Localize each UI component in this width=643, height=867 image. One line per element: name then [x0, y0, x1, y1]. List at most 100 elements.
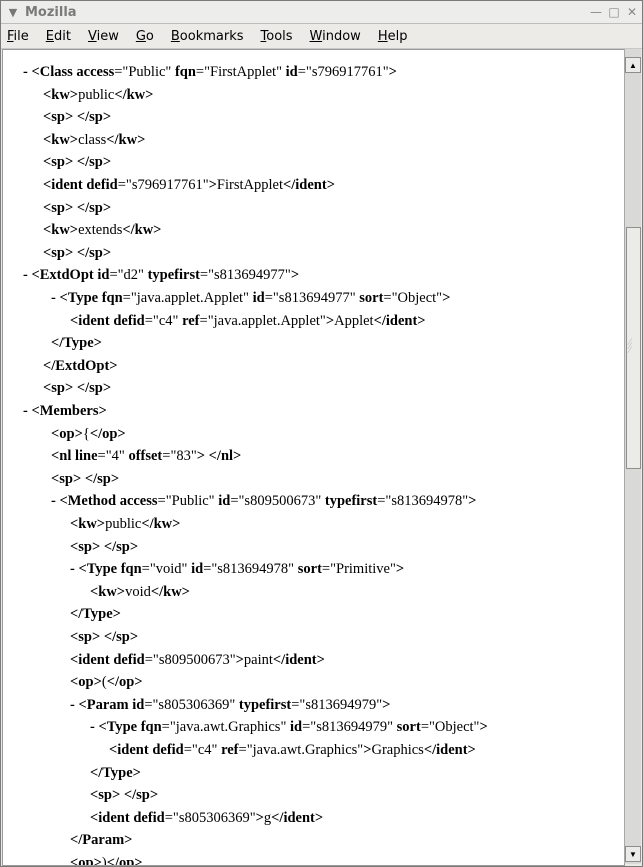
scroll-up-arrow-icon[interactable]: ▲	[625, 57, 641, 73]
xml-text: paint	[243, 651, 273, 668]
xml-markup: <kw>	[43, 222, 79, 239]
menu-file[interactable]: File	[7, 29, 38, 44]
xml-markup: <sp>	[90, 787, 121, 804]
xml-markup: </sp>	[84, 470, 120, 487]
scrollbar-thumb[interactable]: ⁄ ⁄ ⁄	[626, 227, 641, 469]
menu-accelerator: G	[135, 28, 146, 44]
xml-node-line[interactable]: - <Type fqn="void" id="s813694978" sort=…	[70, 561, 404, 578]
xml-node-line: <ident defid="s805306369">g</ident>	[90, 810, 323, 827]
xml-markup: </sp>	[76, 244, 112, 261]
xml-markup: >	[442, 290, 451, 306]
xml-text: ="Object"	[420, 719, 480, 736]
xml-markup: <kw>	[70, 516, 106, 532]
xml-node-line[interactable]: - <ExtdOpt id="d2" typefirst="s813694977…	[23, 267, 299, 284]
xml-text: ="Public"	[157, 493, 219, 510]
xml-markup: </sp>	[103, 538, 139, 555]
xml-node-line[interactable]: - <Param id="s805306369" typefirst="s813…	[70, 697, 390, 714]
xml-text: public	[78, 86, 115, 103]
xml-markup: typefirst	[324, 493, 378, 510]
menu-tools[interactable]: Tools	[261, 29, 302, 44]
maximize-icon[interactable]: □	[606, 5, 622, 19]
menu-go[interactable]: Go	[136, 29, 163, 44]
menu-view[interactable]: View	[88, 29, 128, 44]
xml-text: ="Public"	[114, 64, 175, 80]
xml-markup: </sp>	[76, 380, 112, 397]
xml-node-line[interactable]: - <Method access="Public" id="s809500673…	[51, 493, 476, 510]
xml-markup: defid	[113, 651, 145, 668]
xml-markup: fqn	[140, 719, 162, 736]
menu-bar: File Edit View Go Bookmarks Tools Window Help	[1, 24, 642, 49]
minimize-icon[interactable]: —	[588, 5, 604, 19]
menu-label-rest: indow	[322, 28, 361, 44]
xml-markup: </ident>	[423, 742, 476, 758]
xml-node-line[interactable]: - <Type fqn="java.applet.Applet" id="s81…	[51, 290, 450, 307]
xml-markup: access	[76, 64, 115, 80]
xml-node-line[interactable]: - <Members>	[23, 403, 107, 420]
xml-markup: <Type	[59, 290, 102, 306]
xml-text: public	[105, 516, 142, 532]
xml-markup: id	[290, 719, 303, 736]
xml-node-line: <sp> </sp>	[51, 471, 119, 488]
xml-text: ="java.applet.Applet"	[122, 290, 253, 306]
xml-text: ="s805306369"	[164, 809, 256, 826]
xml-text: ="Object"	[383, 290, 443, 306]
xml-node-line: <sp> </sp>	[70, 539, 138, 556]
xml-markup: </Param>	[70, 832, 133, 849]
xml-text: ="c4"	[183, 742, 222, 758]
window-menu-icon[interactable]: ▼	[5, 4, 21, 20]
xml-text: ="Primitive"	[321, 561, 396, 578]
xml-markup: </ident>	[272, 651, 325, 668]
xml-markup: id	[97, 267, 110, 284]
xml-text: class	[78, 131, 107, 148]
xml-markup: defid	[152, 742, 184, 758]
xml-markup: sort	[297, 561, 322, 578]
xml-markup: <Type	[98, 719, 141, 736]
xml-markup: <sp>	[51, 470, 82, 487]
menu-label-rest: dit	[54, 28, 71, 44]
xml-text: ="s796917761"	[117, 177, 209, 193]
menu-help[interactable]: Help	[378, 29, 417, 44]
xml-text: ="s813694978"	[203, 561, 298, 578]
xml-node-line: <ident defid="s796917761">FirstApplet</i…	[43, 177, 335, 194]
xml-markup: id	[132, 696, 145, 713]
xml-text: {	[82, 425, 90, 442]
xml-markup: </kw>	[141, 516, 181, 532]
grip-icon: ⁄ ⁄ ⁄	[629, 337, 631, 355]
xml-markup: <sp>	[70, 629, 101, 645]
xml-markup: defid	[113, 312, 145, 329]
xml-markup: access	[119, 493, 158, 510]
close-icon[interactable]: ✕	[624, 5, 640, 19]
xml-markup: <nl	[51, 448, 75, 465]
xml-node-line: <op>{</op>	[51, 426, 126, 443]
menu-window[interactable]: Window	[310, 29, 370, 44]
xml-node-line[interactable]: - <Type fqn="java.awt.Graphics" id="s813…	[90, 719, 488, 736]
menu-accelerator: H	[377, 28, 388, 44]
xml-text: FirstApplet	[216, 177, 283, 193]
menu-edit[interactable]: Edit	[46, 29, 80, 44]
scroll-down-arrow-icon[interactable]: ▼	[625, 846, 641, 862]
xml-node-line[interactable]: - <Class access="Public" fqn="FirstApple…	[23, 64, 397, 81]
xml-text: ="4"	[97, 448, 129, 465]
menu-bookmarks[interactable]: Bookmarks	[171, 29, 253, 44]
xml-markup: <Param	[78, 696, 133, 713]
menu-label-rest: o	[145, 28, 154, 44]
xml-markup: </sp>	[123, 787, 159, 804]
xml-markup: </sp>	[103, 629, 139, 645]
xml-node-line: <nl line="4" offset="83"> </nl>	[51, 448, 241, 465]
xml-node-line: <kw>extends</kw>	[43, 222, 161, 239]
xml-markup: defid	[86, 177, 118, 193]
xml-text: ="s813694977"	[199, 267, 291, 284]
xml-markup: defid	[133, 809, 165, 826]
xml-node-line: <ident defid="c4" ref="java.awt.Graphics…	[109, 742, 476, 759]
xml-markup: <ident	[70, 651, 114, 668]
xml-document-view[interactable]: - <Class access="Public" fqn="FirstApple…	[2, 49, 625, 866]
vertical-scrollbar[interactable]: ▲ ⁄ ⁄ ⁄ ▼	[624, 49, 641, 864]
xml-node-line: <op>)</op>	[70, 855, 143, 865]
xml-markup: >	[388, 64, 397, 80]
xml-markup: sort	[359, 290, 384, 306]
title-bar: ▼ Mozilla — □ ✕	[1, 1, 642, 24]
xml-markup: <sp>	[43, 380, 74, 397]
menu-accelerator: V	[87, 28, 97, 44]
xml-text: extends	[78, 222, 123, 239]
xml-node-line: <kw>class</kw>	[43, 132, 145, 149]
